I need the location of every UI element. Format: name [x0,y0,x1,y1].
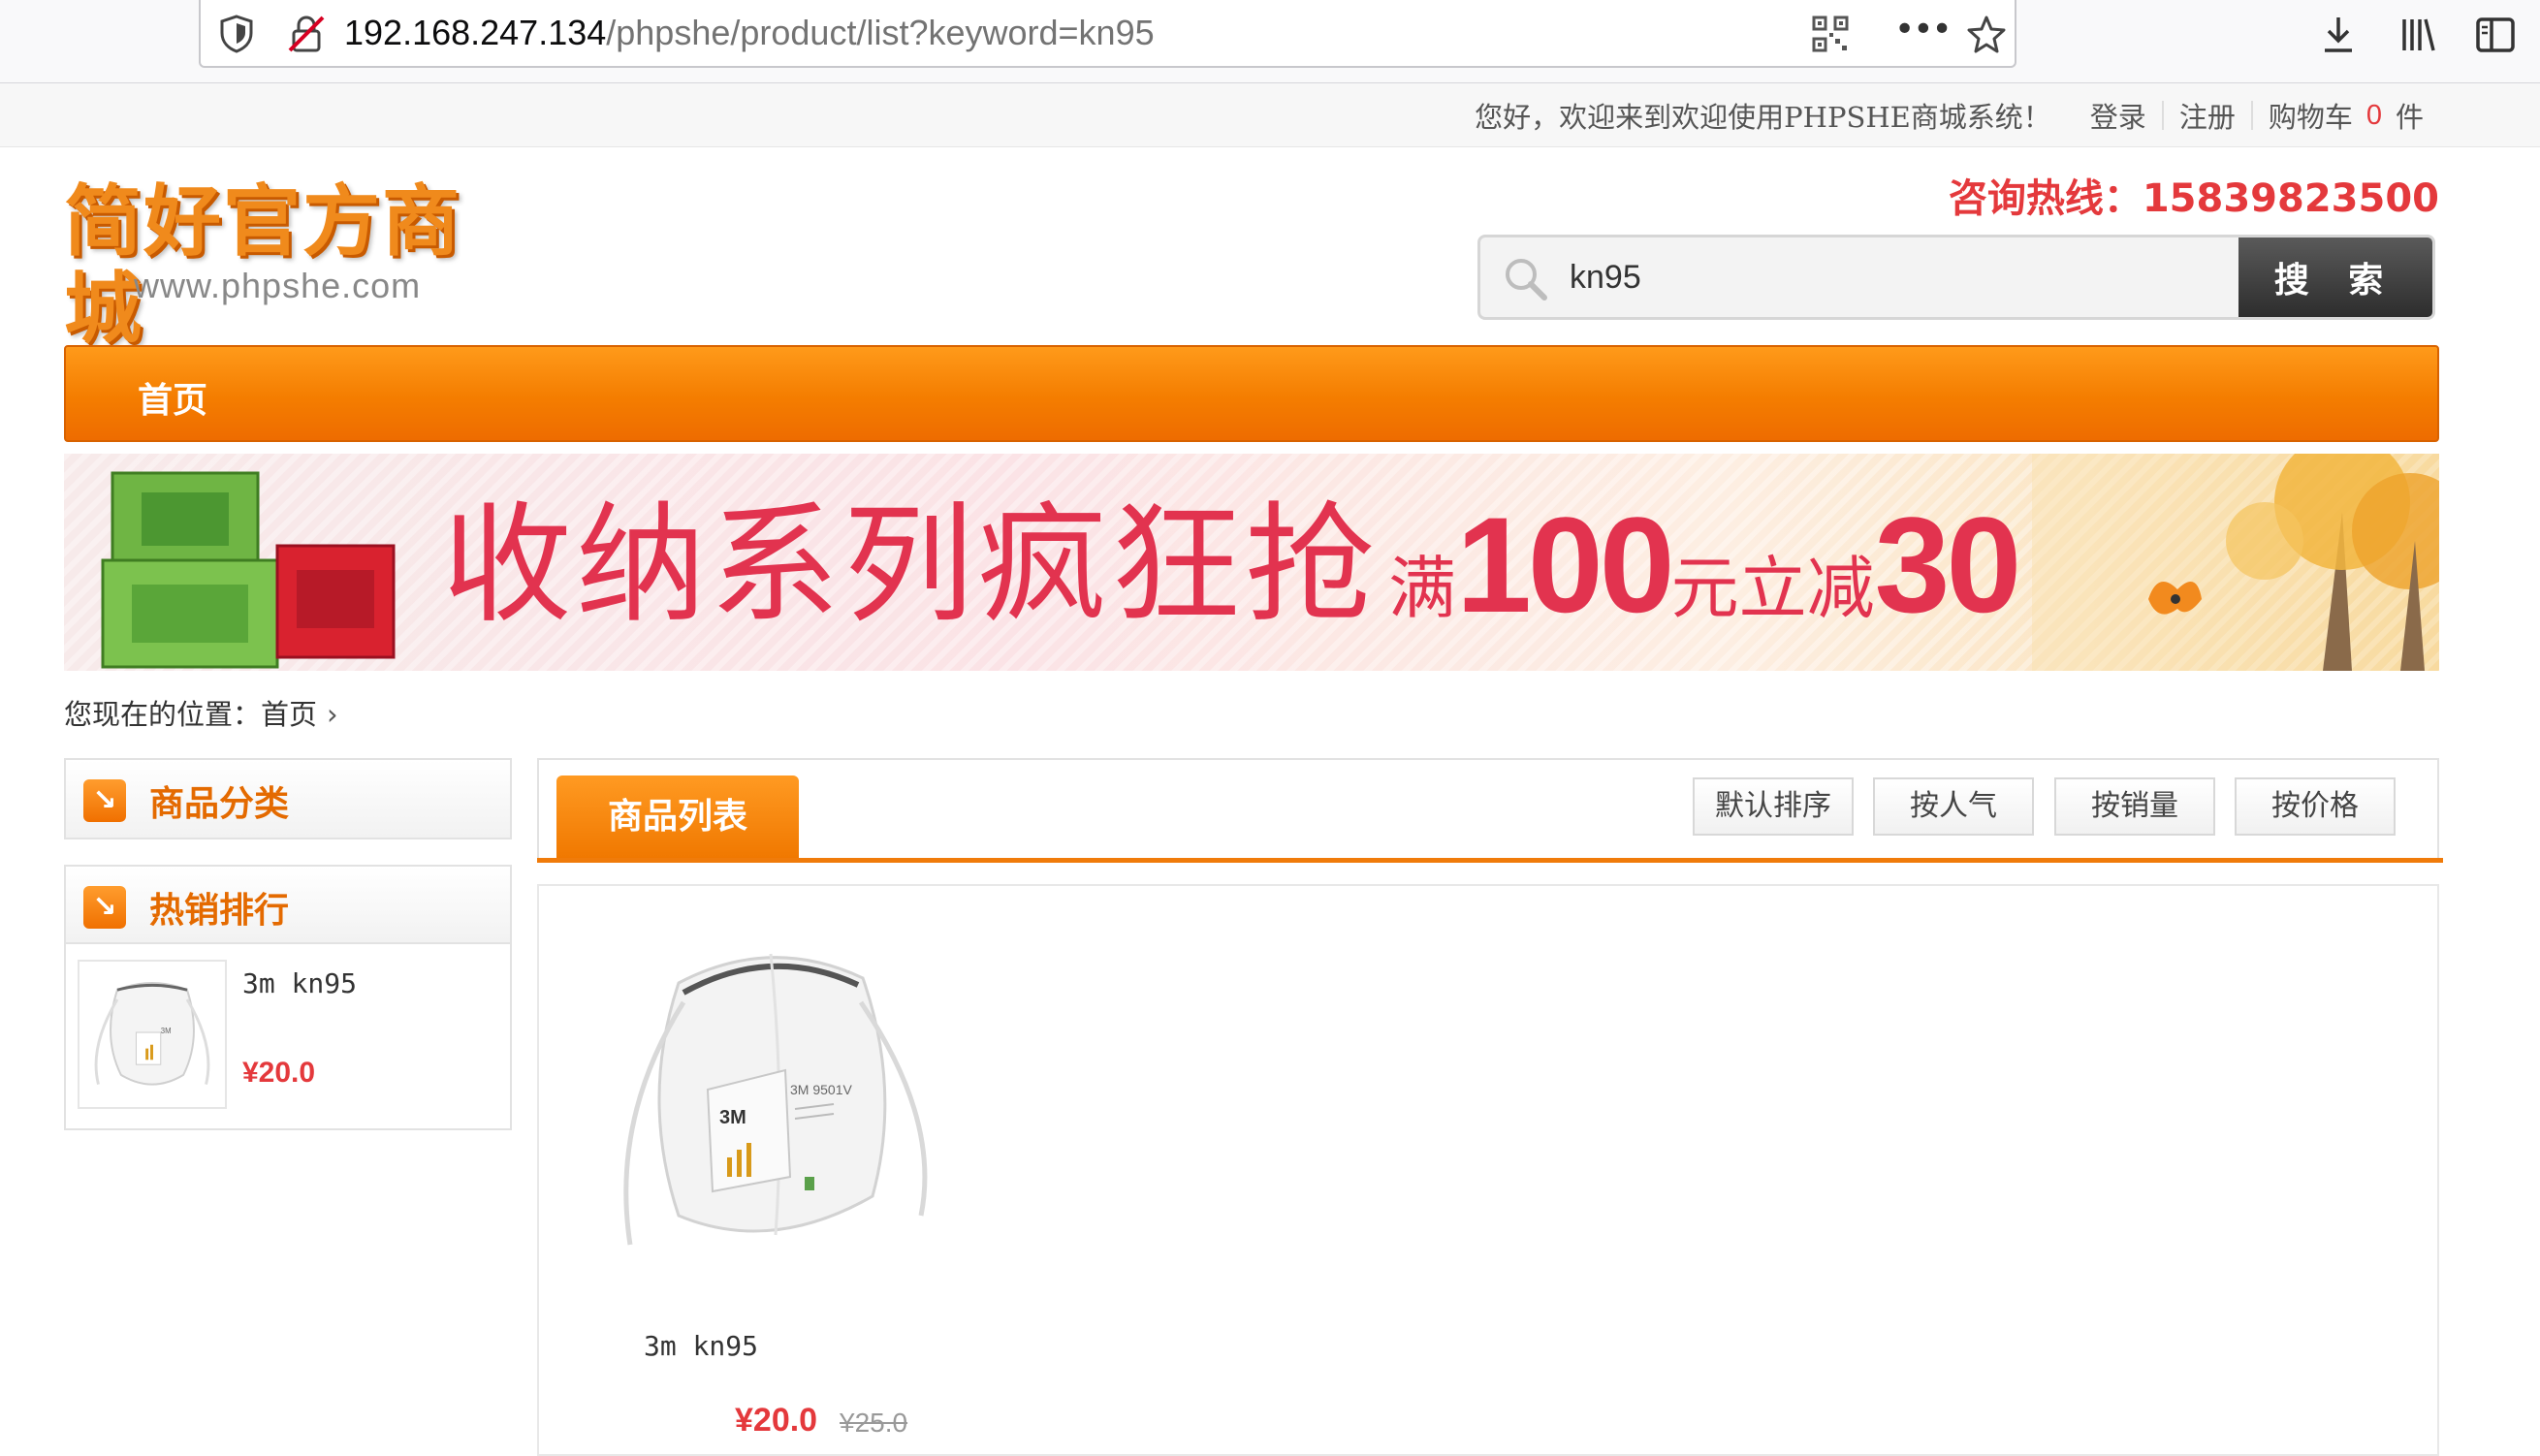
banner-promo: 满100元立减30 [1388,497,2021,651]
sort-default-button[interactable]: 默认排序 [1693,777,1854,836]
autumn-trees-image [2032,454,2439,671]
library-icon[interactable] [2397,14,2439,56]
search-input[interactable] [1570,247,2151,307]
promo-off: 30 [1874,489,2022,641]
register-link[interactable]: 注册 [2179,95,2236,136]
search-button[interactable]: 搜 索 [2238,237,2432,317]
downloads-icon[interactable] [2317,14,2360,56]
url-path: /phpshe/product/list?keyword=kn95 [606,13,1155,52]
hot-ranking-title: 热销排行 [149,891,290,931]
svg-text:3M: 3M [161,1027,172,1035]
sidebar-toggle-icon[interactable] [2474,14,2517,56]
promo-amount: 100 [1456,489,1675,641]
hot-item[interactable]: 3M 3m kn95 ¥20.0 [78,960,500,1115]
tab-product-list[interactable]: 商品列表 [556,775,799,859]
product-grid: 3M 3M 9501V 3m kn95 ¥20.0 ¥25.0 [537,884,2439,1456]
breadcrumb-home[interactable]: 首页 [261,698,317,731]
url-text[interactable]: 192.168.247.134/phpshe/product/list?keyw… [344,12,1155,54]
product-image[interactable]: 3M 3M 9501V [591,925,960,1283]
category-panel: ↘ 商品分类 [64,758,512,839]
breadcrumb-label: 您现在的位置： [64,698,262,731]
logo-url: www.phpshe.com [134,266,422,305]
hot-ranking-panel: ↘ 热销排行 3M 3m kn95 ¥20.0 [64,865,512,1130]
sort-sales-button[interactable]: 按销量 [2054,777,2215,836]
product-price: ¥20.0 [735,1402,818,1439]
category-title: 商品分类 [149,784,290,824]
promo-prefix: 满 [1388,549,1456,628]
cart-link[interactable]: 购物车 [2269,95,2353,136]
divider [537,858,2443,863]
cart-count: 0 [2365,99,2382,131]
breadcrumb: 您现在的位置：首页 › [64,692,338,733]
svg-text:3M: 3M [719,1107,746,1128]
qr-code-icon[interactable] [1812,16,1849,52]
storage-boxes-image [101,471,396,669]
site-topbar: 您好，欢迎来到欢迎使用PHPSHE商城系统！ 登录 注册 购物车 0 件 [0,83,2540,147]
sort-popularity-button[interactable]: 按人气 [1873,777,2034,836]
address-bar[interactable]: 192.168.247.134/phpshe/product/list?keyw… [199,0,2016,68]
url-host: 192.168.247.134 [344,13,607,52]
product-list-header: 商品列表 默认排序 按人气 按销量 按价格 [537,758,2443,863]
cart-unit: 件 [2395,101,2424,134]
hot-item-name[interactable]: 3m kn95 [242,967,357,999]
insecure-lock-icon[interactable] [286,14,327,54]
divider [2161,101,2164,130]
hot-ranking-header: ↘ 热销排行 [66,867,510,944]
mask-thumbnail[interactable]: 3M [78,960,227,1109]
page-actions-icon[interactable]: ••• [1894,13,1953,52]
hotline-text: 咨询热线：15839823500 [1948,176,2439,221]
nav-item-home[interactable]: 首页 [138,372,207,423]
arrow-down-right-icon: ↘ [83,779,126,822]
welcome-text: 您好，欢迎来到欢迎使用PHPSHE商城系统！ [1475,101,2051,134]
login-link[interactable]: 登录 [2090,95,2146,136]
banner-headline: 收纳系列疯狂抢 [442,490,1380,641]
sort-price-button[interactable]: 按价格 [2235,777,2396,836]
divider [2250,101,2253,130]
hot-item-price: ¥20.0 [242,1057,316,1089]
product-name[interactable]: 3m kn95 [644,1330,935,1362]
main-nav: 首页 [64,345,2439,442]
bookmark-star-icon[interactable] [1965,14,2008,56]
site-logo[interactable]: 简好官方商城 www.phpshe.com [64,178,539,353]
arrow-down-right-icon: ↘ [83,886,126,929]
product-original-price: ¥25.0 [840,1408,908,1438]
promo-mid: 元立减 [1670,549,1875,628]
search-box: 搜 索 [1477,235,2435,320]
search-icon [1506,259,1547,301]
browser-toolbar: 192.168.247.134/phpshe/product/list?keyw… [0,0,2540,83]
svg-text:3M 9501V: 3M 9501V [790,1082,852,1097]
divider [2067,101,2075,130]
promo-banner[interactable]: 收纳系列疯狂抢 满100元立减30 [64,454,2439,671]
chevron-right-icon: › [327,698,338,731]
category-panel-header[interactable]: ↘ 商品分类 [66,760,510,838]
tracking-shield-icon[interactable] [218,14,255,54]
